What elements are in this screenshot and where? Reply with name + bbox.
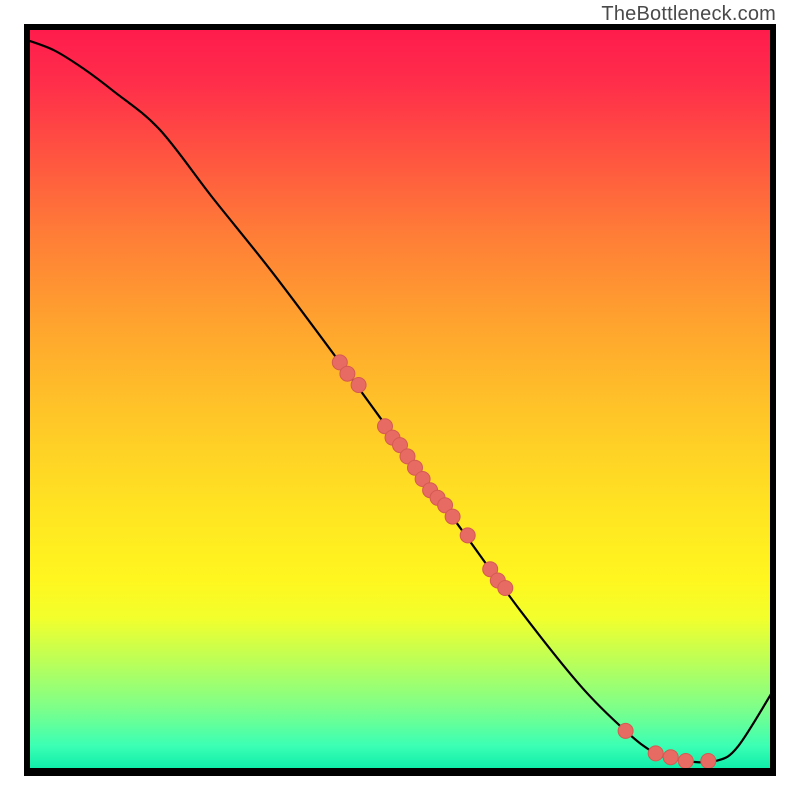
chart-container: TheBottleneck.com (0, 0, 800, 800)
data-points-group (332, 355, 716, 769)
data-point (460, 528, 475, 543)
data-point (498, 581, 513, 596)
data-point (701, 754, 716, 769)
data-point (618, 723, 633, 738)
data-point (340, 366, 355, 381)
bottleneck-curve (24, 39, 776, 762)
data-point (663, 750, 678, 765)
data-point (678, 754, 693, 769)
data-point (445, 509, 460, 524)
plot-svg (24, 24, 776, 776)
data-point (648, 746, 663, 761)
data-point (351, 378, 366, 393)
watermark-text: TheBottleneck.com (601, 3, 776, 26)
